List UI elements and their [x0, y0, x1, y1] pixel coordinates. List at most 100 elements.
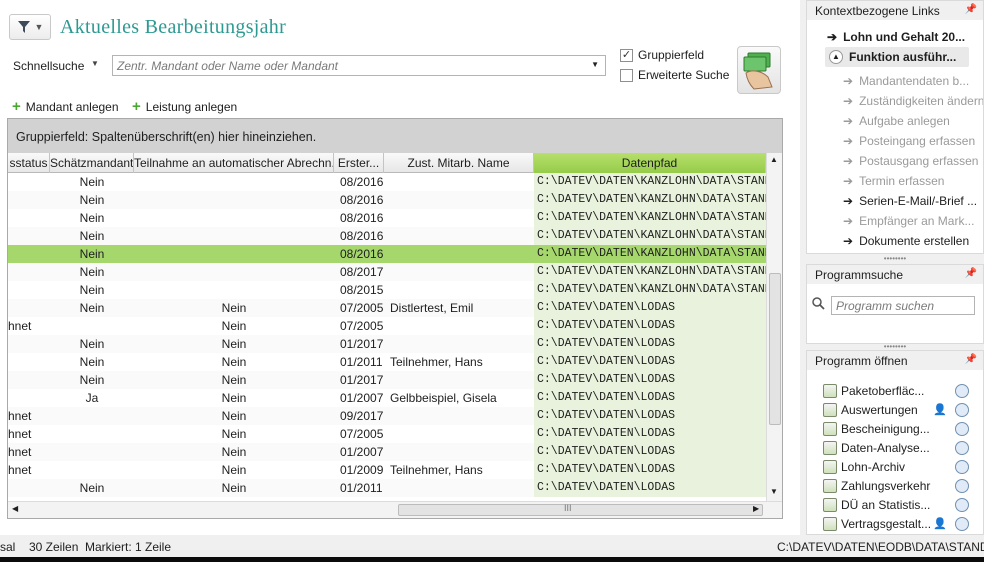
program-icon	[823, 402, 837, 417]
program-icon	[823, 459, 837, 474]
kontext-link[interactable]: ➔ Postausgang erfassen	[823, 151, 983, 171]
scroll-up-icon[interactable]: ▲	[770, 155, 778, 164]
table-row[interactable]: hnet Nein 01/2007 C:\DATEV\DATEN\LODAS	[8, 443, 766, 461]
cell-mitarbeiter	[384, 281, 534, 299]
table-row[interactable]: Nein Nein 01/2011 C:\DATEV\DATEN\LODAS	[8, 479, 766, 497]
status-bar: sal 30 Zeilen Markiert: 1 Zeile C:\DATEV…	[0, 535, 984, 557]
programm-item[interactable]: Paketoberfläc...	[807, 381, 983, 400]
cell-status	[8, 335, 50, 353]
kontext-link[interactable]: ➔ Aufgabe anlegen	[823, 111, 983, 131]
kontext-link[interactable]: ➔ Empfänger an Mark...	[823, 211, 983, 231]
scroll-thumb[interactable]	[769, 273, 781, 425]
kontext-link[interactable]: ➔ Zuständigkeiten ändern	[823, 91, 983, 111]
table-row[interactable]: Nein 08/2017 C:\DATEV\DATEN\KANZLOHN\DATA\…	[8, 263, 766, 281]
programm-search-input[interactable]: Programm suchen	[831, 296, 975, 315]
mandant-anlegen-button[interactable]: + Mandant anlegen	[12, 98, 119, 115]
arrow-right-icon: ➔	[843, 74, 854, 88]
programm-item[interactable]: DÜ an Statistis...	[807, 495, 983, 514]
programm-item[interactable]: Daten-Analyse...	[807, 438, 983, 457]
kontext-link[interactable]: ➔ Serien-E-Mail/-Brief ...	[823, 191, 983, 211]
scroll-thumb[interactable]: III	[398, 503, 763, 516]
table-row[interactable]: Nein Nein 01/2017 C:\DATEV\DATEN\LODAS	[8, 371, 766, 389]
main-area: ▼ Aktuelles Bearbeitungsjahr Schnellsuch…	[0, 0, 800, 535]
program-search-icon[interactable]	[955, 421, 969, 436]
column-header-schaetzmandant[interactable]: Schätzmandant	[50, 153, 134, 173]
column-header-erster[interactable]: Erster...	[334, 153, 384, 173]
program-search-icon[interactable]	[955, 383, 969, 398]
chevron-down-icon[interactable]: ▼	[591, 60, 599, 69]
filter-button[interactable]: ▼	[9, 14, 51, 40]
scroll-left-icon[interactable]: ◀	[12, 504, 18, 513]
search-input[interactable]: Zentr. Mandant oder Name oder Mandant ▼	[112, 55, 606, 76]
cell-status: hnet	[8, 427, 32, 441]
cell-mitarbeiter	[384, 407, 534, 425]
program-search-icon[interactable]	[955, 516, 969, 531]
table-row[interactable]: hnet Nein 01/2009 Teilnehmer, Hans C:\DATEV\…	[8, 461, 766, 479]
leistung-anlegen-button[interactable]: + Leistung anlegen	[132, 99, 237, 114]
table-row[interactable]: Nein 08/2016 C:\DATEV\DATEN\KANZLOHN\DATA\…	[8, 191, 766, 209]
erweiterte-suche-checkbox[interactable]: Erweiterte Suche	[620, 68, 729, 82]
column-header-mitarbeiter[interactable]: Zust. Mitarb. Name	[384, 153, 534, 173]
table-row[interactable]: hnet Nein 07/2005 C:\DATEV\DATEN\LODAS	[8, 317, 766, 335]
vertical-scrollbar[interactable]: ▲ ▼	[766, 153, 782, 501]
scroll-right-icon[interactable]: ▶	[753, 504, 759, 513]
programm-item-label: Paketoberfläc...	[841, 383, 925, 398]
funktion-ausfuehren-toggle[interactable]: ▲ Funktion ausführ...	[825, 47, 969, 67]
plus-icon: +	[12, 98, 21, 115]
gruppierfeld-checkbox[interactable]: ✓ Gruppierfeld	[620, 48, 704, 62]
pin-icon[interactable]: 📌	[965, 354, 977, 365]
table-row[interactable]: Nein 08/2015 C:\DATEV\DATEN\KANZLOHN\DATA\…	[8, 281, 766, 299]
program-search-icon[interactable]	[955, 402, 969, 417]
programm-item-label: Zahlungsverkehr	[841, 478, 931, 493]
kontext-panel-title: Kontextbezogene Links	[815, 4, 940, 18]
money-hand-button[interactable]	[737, 46, 781, 94]
right-panel: Kontextbezogene Links 📌 ➔ Lohn und Gehal…	[806, 0, 984, 535]
column-header-status[interactable]: sstatus	[8, 153, 50, 173]
link-lohn-gehalt[interactable]: ➔ Lohn und Gehalt 20...	[807, 27, 983, 47]
program-search-icon[interactable]	[955, 459, 969, 474]
column-header-teilnahme[interactable]: Teilnahme an automatischer Abrechn...	[134, 153, 334, 173]
programm-item[interactable]: Lohn-Archiv	[807, 457, 983, 476]
pin-icon[interactable]: 📌	[965, 4, 977, 15]
cell-erster: 01/2011	[340, 355, 383, 369]
search-mode-dropdown[interactable]: ▼	[91, 59, 99, 68]
table-row[interactable]: Nein Nein 01/2017 C:\DATEV\DATEN\LODAS	[8, 335, 766, 353]
table-row[interactable]: Nein Nein 07/2005 Distlertest, Emil C:\DATEV…	[8, 299, 766, 317]
programm-item[interactable]: Zahlungsverkehr	[807, 476, 983, 495]
cell-schaetzmandant: Nein	[79, 337, 105, 351]
table-row[interactable]: hnet Nein 09/2017 C:\DATEV\DATEN\LODAS	[8, 407, 766, 425]
kontext-panel-header: Kontextbezogene Links 📌	[807, 1, 983, 20]
person-icon[interactable]: 👤	[933, 517, 947, 531]
table-row[interactable]: hnet Nein 07/2005 C:\DATEV\DATEN\LODAS	[8, 425, 766, 443]
kontext-link[interactable]: ➔ Mandantendaten b...	[823, 71, 983, 91]
splitter[interactable]: ••••••••	[806, 255, 984, 264]
programm-item[interactable]: Vertragsgestalt... 👤	[807, 514, 983, 533]
person-icon[interactable]: 👤	[933, 403, 947, 417]
table-row[interactable]: Nein 08/2016 C:\DATEV\DATEN\KANZLOHN\DATA\…	[8, 227, 766, 245]
column-header-datenpfad[interactable]: Datenpfad	[534, 153, 766, 173]
horizontal-scrollbar[interactable]: ◀ III ▶	[8, 501, 782, 518]
checkbox-unchecked-icon	[620, 68, 633, 82]
programm-item[interactable]: Bescheinigung...	[807, 419, 983, 438]
cell-erster: 01/2017	[340, 373, 384, 387]
program-search-icon[interactable]	[955, 478, 969, 493]
table-row[interactable]: Nein 08/2016 C:\DATEV\DATEN\KANZLOHN\DATA\…	[8, 173, 766, 191]
cell-datenpfad: C:\DATEV\DATEN\LODAS	[534, 299, 766, 317]
kontext-link[interactable]: ➔ Termin erfassen	[823, 171, 983, 191]
table-row[interactable]: Nein 08/2016 C:\DATEV\DATEN\KANZLOHN\DATA\…	[8, 209, 766, 227]
group-panel[interactable]: Gruppierfeld: Spaltenüberschrift(en) hie…	[8, 119, 782, 153]
programmsuche-header: Programmsuche 📌	[807, 265, 983, 284]
table-row[interactable]: Nein Nein 01/2011 Teilnehmer, Hans C:\DATEV\…	[8, 353, 766, 371]
programm-item[interactable]: Auswertungen 👤	[807, 400, 983, 419]
pin-icon[interactable]: 📌	[965, 268, 977, 279]
program-search-icon[interactable]	[955, 497, 969, 512]
table-row[interactable]: Ja Nein 01/2007 Gelbbeispiel, Gisela C:\DATE…	[8, 389, 766, 407]
table-row[interactable]: Nein 08/2016 C:\DATEV\DATEN\KANZLOHN\DATA\…	[8, 245, 766, 263]
grid-header: sstatus Schätzmandant Teilnahme an autom…	[8, 153, 766, 173]
program-search-icon[interactable]	[955, 440, 969, 455]
kontext-link[interactable]: ➔ Posteingang erfassen	[823, 131, 983, 151]
cell-mitarbeiter	[384, 209, 534, 227]
cell-datenpfad: C:\DATEV\DATEN\LODAS	[534, 353, 766, 371]
scroll-down-icon[interactable]: ▼	[770, 487, 778, 496]
kontext-link[interactable]: ➔ Dokumente erstellen	[823, 231, 983, 251]
